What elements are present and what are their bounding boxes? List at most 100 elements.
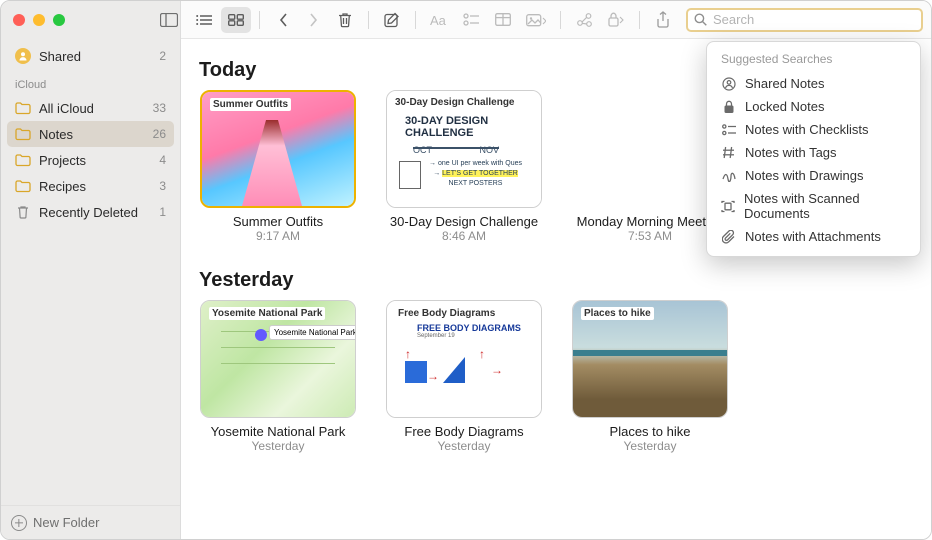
note-title: Yosemite National Park (199, 424, 357, 439)
thumb-line: FREE BODY DIAGRAMS (417, 323, 521, 333)
thumb-bullets: → one UI per week with Ques→ LET'S GET T… (429, 159, 522, 189)
checklist-button[interactable] (456, 7, 486, 33)
suggested-item-scanned[interactable]: Notes with Scanned Documents (711, 187, 916, 225)
list-view-button[interactable] (189, 7, 219, 33)
plus-circle-icon (11, 515, 27, 531)
suggested-item-label: Notes with Attachments (745, 229, 881, 244)
note-title: Summer Outfits (199, 214, 357, 229)
sidebar-item-count: 2 (159, 49, 166, 63)
thumb-line: CHALLENGE (405, 127, 473, 139)
paperclip-icon (721, 229, 736, 244)
note-thumbnail: Summer Outfits (200, 90, 356, 208)
sidebar-item-recently-deleted[interactable]: Recently Deleted 1 (7, 199, 174, 225)
thumb-line: 30-DAY DESIGN (405, 115, 488, 127)
suggested-item-shared[interactable]: Shared Notes (711, 72, 916, 95)
thumb-title: Yosemite National Park (209, 307, 325, 320)
suggested-item-label: Notes with Tags (745, 145, 837, 160)
note-time: Yesterday (199, 439, 357, 453)
note-time: Yesterday (385, 439, 543, 453)
sidebar-item-count: 33 (153, 101, 166, 115)
sidebar-item-label: Shared (39, 49, 81, 64)
trash-icon (15, 205, 31, 219)
toolbar-separator (560, 11, 561, 29)
toggle-sidebar-icon[interactable] (158, 9, 180, 31)
folder-icon (15, 179, 31, 193)
suggested-item-drawings[interactable]: Notes with Drawings (711, 164, 916, 187)
search-icon (694, 13, 707, 26)
new-folder-label: New Folder (33, 515, 99, 530)
arrow-icon: ↑ (405, 347, 411, 361)
format-button[interactable]: Aa (424, 7, 454, 33)
note-time: 9:17 AM (199, 229, 357, 243)
suggested-searches-popover: Suggested Searches Shared Notes Locked N… (706, 41, 921, 257)
arrow-icon: → (491, 363, 503, 377)
toolbar-separator (259, 11, 260, 29)
sidebar-item-projects[interactable]: Projects 4 (7, 147, 174, 173)
suggested-item-attachments[interactable]: Notes with Attachments (711, 225, 916, 248)
popover-header: Suggested Searches (711, 48, 916, 72)
toolbar: Aa (181, 1, 931, 39)
section-heading: Yesterday (199, 269, 913, 292)
note-card[interactable]: FREE BODY DIAGRAMS September 19 ↑ → ↑ → … (385, 300, 543, 453)
sidebar-item-all-icloud[interactable]: All iCloud 33 (7, 95, 174, 121)
sidebar-item-label: All iCloud (39, 101, 94, 116)
arrow-icon: → (427, 369, 439, 383)
sidebar-item-shared[interactable]: Shared 2 (7, 43, 174, 69)
sidebar-item-recipes[interactable]: Recipes 3 (7, 173, 174, 199)
table-button[interactable] (488, 7, 518, 33)
sidebar-item-label: Recently Deleted (39, 205, 138, 220)
search-input[interactable] (713, 12, 915, 27)
folder-icon (15, 127, 31, 141)
gallery-view-button[interactable] (221, 7, 251, 33)
window-controls (1, 1, 180, 39)
scribble-icon (721, 168, 736, 183)
note-time: 8:46 AM (385, 229, 543, 243)
checklist-icon (721, 122, 736, 137)
new-note-button[interactable] (377, 7, 407, 33)
note-thumbnail: Places to hike (572, 300, 728, 418)
forward-button[interactable] (298, 7, 328, 33)
toolbar-separator (368, 11, 369, 29)
lock-icon (721, 99, 736, 114)
delete-button[interactable] (330, 7, 360, 33)
note-card[interactable]: Summer Outfits Summer Outfits 9:17 AM (199, 90, 357, 243)
svg-text:Aa: Aa (430, 13, 447, 27)
note-card[interactable]: Places to hike Places to hike Yesterday (571, 300, 729, 453)
new-folder-button[interactable]: New Folder (1, 505, 180, 539)
note-card[interactable]: 30-DAY DESIGN CHALLENGE → one UI per wee… (385, 90, 543, 243)
thumb-title: Free Body Diagrams (395, 307, 498, 320)
sidebar-item-count: 26 (153, 127, 166, 141)
people-icon (721, 76, 736, 91)
link-note-button[interactable] (569, 7, 599, 33)
folder-icon (15, 153, 31, 167)
search-field[interactable] (686, 8, 923, 32)
sidebar-item-notes[interactable]: Notes 26 (7, 121, 174, 147)
arrow-icon (413, 147, 499, 149)
fullscreen-window-button[interactable] (53, 14, 65, 26)
suggested-item-tags[interactable]: Notes with Tags (711, 141, 916, 164)
suggested-item-checklists[interactable]: Notes with Checklists (711, 118, 916, 141)
note-time: Yesterday (571, 439, 729, 453)
arrow-icon: ↑ (479, 347, 485, 361)
sidebar-item-count: 4 (159, 153, 166, 167)
minimize-window-button[interactable] (33, 14, 45, 26)
lock-button[interactable] (601, 7, 631, 33)
share-button[interactable] (648, 7, 678, 33)
note-card[interactable]: Yosemite National Park Yosemite National… (199, 300, 357, 453)
suggested-item-label: Locked Notes (745, 99, 825, 114)
suggested-item-label: Notes with Drawings (745, 168, 864, 183)
media-button[interactable] (520, 7, 552, 33)
sidebar-item-count: 1 (159, 205, 166, 219)
sidebar: Shared 2 iCloud All iCloud 33 Notes 26 (1, 1, 181, 539)
sidebar-item-count: 3 (159, 179, 166, 193)
suggested-item-label: Notes with Checklists (745, 122, 869, 137)
calendar-icon (399, 161, 421, 189)
close-window-button[interactable] (13, 14, 25, 26)
suggested-item-label: Notes with Scanned Documents (744, 191, 906, 221)
suggested-item-locked[interactable]: Locked Notes (711, 95, 916, 118)
map-label: Yosemite National Park (269, 325, 356, 340)
triangle-icon (443, 357, 465, 383)
toolbar-separator (415, 11, 416, 29)
back-button[interactable] (268, 7, 298, 33)
folder-icon (15, 101, 31, 115)
